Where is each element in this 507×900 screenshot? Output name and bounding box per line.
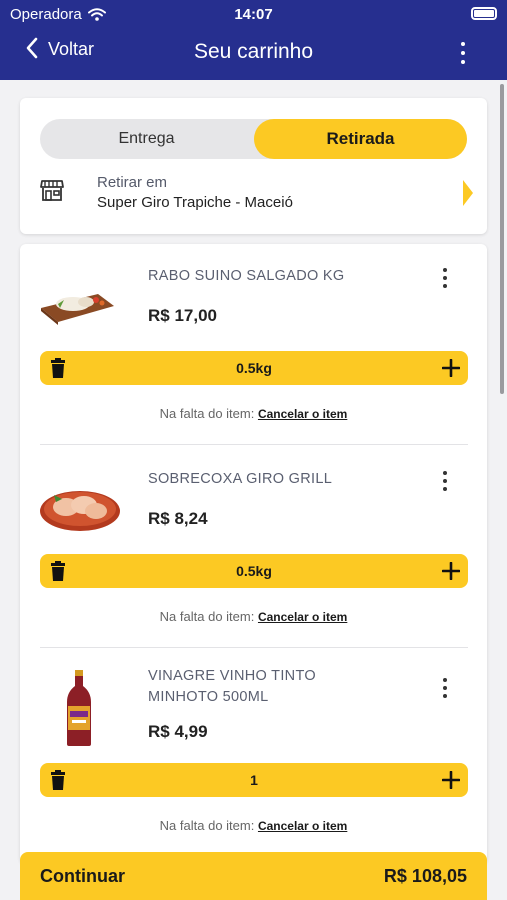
missing-label: Na falta do item: (159, 609, 255, 624)
missing-item-policy: Na falta do item: Cancelar o item (20, 609, 487, 624)
product-image (41, 294, 114, 325)
status-bar: Operadora 14:07 (0, 0, 507, 28)
divider (40, 444, 468, 445)
item-quantity: 0.5kg (236, 360, 272, 376)
continue-label: Continuar (40, 866, 125, 886)
cancel-item-link[interactable]: Cancelar o item (258, 610, 347, 624)
divider (40, 647, 468, 648)
item-price: R$ 8,24 (148, 509, 208, 528)
missing-label: Na falta do item: (159, 406, 255, 421)
pickup-store: Super Giro Trapiche - Maceió (97, 194, 293, 211)
delivery-toggle: Entrega Retirada (40, 119, 467, 159)
item-quantity: 0.5kg (236, 563, 272, 579)
store-icon (40, 180, 64, 201)
pickup-label: Retirar em (97, 174, 168, 191)
quantity-stepper: 0.5kg (40, 554, 468, 588)
scrollbar[interactable] (500, 84, 504, 394)
more-options-icon[interactable] (459, 42, 467, 64)
missing-item-policy: Na falta do item: Cancelar o item (20, 818, 487, 833)
item-name: SOBRECOXA GIRO GRILL (148, 471, 333, 487)
status-time: 14:07 (234, 6, 273, 23)
quantity-stepper: 0.5kg (40, 351, 468, 385)
product-image (40, 491, 120, 531)
cancel-item-link[interactable]: Cancelar o item (258, 407, 347, 421)
cancel-item-link[interactable]: Cancelar o item (258, 819, 347, 833)
cart-items-card: RABO SUINO SALGADO KG R$ 17,00 0.5kg Na … (20, 244, 487, 864)
item-more-icon[interactable] (441, 268, 449, 288)
quantity-stepper: 1 (40, 763, 468, 797)
item-name: RABO SUINO SALGADO KG (148, 268, 345, 284)
cart-total: R$ 108,05 (383, 866, 467, 886)
missing-label: Na falta do item: (159, 818, 255, 833)
battery-icon (471, 7, 497, 20)
continue-button[interactable]: Continuar R$ 108,05 (20, 852, 487, 900)
item-name: VINAGRE VINHO TINTO MINHOTO 500ML (148, 668, 316, 705)
item-more-icon[interactable] (441, 678, 449, 698)
tab-retirada[interactable]: Retirada (254, 119, 467, 159)
missing-item-policy: Na falta do item: Cancelar o item (20, 406, 487, 421)
pickup-location[interactable]: Retirar em Super Giro Trapiche - Maceió (40, 174, 473, 214)
tab-entrega[interactable]: Entrega (40, 119, 253, 159)
item-price: R$ 4,99 (148, 722, 208, 741)
arrow-right-icon[interactable] (463, 180, 473, 206)
nav-bar: Voltar Seu carrinho (0, 30, 507, 76)
plus-icon[interactable] (442, 359, 460, 377)
item-quantity: 1 (250, 772, 258, 788)
plus-icon[interactable] (442, 562, 460, 580)
item-price: R$ 17,00 (148, 306, 217, 325)
app-header: Operadora 14:07 Voltar Seu carrinho (0, 0, 507, 80)
delivery-card: Entrega Retirada Retirar em Super Giro T… (20, 98, 487, 234)
product-image (67, 670, 91, 746)
item-more-icon[interactable] (441, 471, 449, 491)
plus-icon[interactable] (442, 771, 460, 789)
page-title: Seu carrinho (193, 40, 314, 63)
